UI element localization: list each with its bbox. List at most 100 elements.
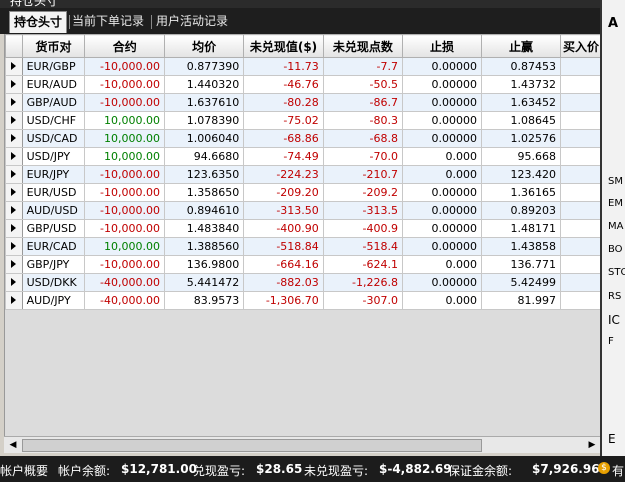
panel-item[interactable]: A <box>608 16 618 31</box>
row-expand-icon[interactable] <box>5 165 23 184</box>
tab-user-activity[interactable]: 用户活动记录 <box>152 11 232 32</box>
realized-pl-value: $28.65 <box>256 462 303 476</box>
cell-unrealized-value: -1,306.70 <box>243 291 324 310</box>
positions-table: 货币对 合约 均价 未兑现值($) 未兑现点数 止损 止赢 买入价 EUR/GB… <box>5 34 601 310</box>
triangle-right-icon <box>11 116 17 124</box>
panel-item[interactable]: EM <box>608 198 623 209</box>
table-row[interactable]: EUR/AUD -10,000.00 1.440320 -46.76 -50.5 0.00… <box>5 75 601 94</box>
table-row[interactable]: EUR/CAD 10,000.00 1.388560 -518.84 -518.4 0.0… <box>5 237 601 256</box>
row-expand-icon[interactable] <box>5 183 23 202</box>
cell-avg-price: 1.006040 <box>163 129 245 148</box>
row-expand-icon[interactable] <box>5 273 23 292</box>
cell-unrealized-value: -400.90 <box>243 219 324 238</box>
panel-item[interactable]: IC <box>608 313 620 327</box>
row-expand-icon[interactable] <box>5 111 23 130</box>
cell-bid <box>559 75 601 94</box>
cell-take-profit: 1.63452 <box>481 93 561 112</box>
row-expand-icon[interactable] <box>5 201 23 220</box>
cell-contract: -10,000.00 <box>84 219 165 238</box>
column-header-avg-price[interactable]: 均价 <box>163 34 245 58</box>
column-header-stop-loss[interactable]: 止损 <box>402 34 482 58</box>
cell-bid <box>559 219 601 238</box>
cell-bid <box>559 273 601 292</box>
table-row[interactable]: USD/CAD 10,000.00 1.006040 -68.86 -68.8 0.000… <box>5 129 601 148</box>
triangle-right-icon <box>11 152 17 160</box>
cell-take-profit: 1.43858 <box>481 237 561 256</box>
table-row[interactable]: EUR/JPY -10,000.00 123.6350 -224.23 -210.7 0.… <box>5 165 601 184</box>
table-row[interactable]: AUD/USD -10,000.00 0.894610 -313.50 -313.5 0.… <box>5 201 601 220</box>
cell-unrealized-value: -80.28 <box>243 93 324 112</box>
scrollbar-thumb[interactable] <box>22 439 482 452</box>
panel-item[interactable]: F <box>608 336 614 347</box>
table-row[interactable]: GBP/AUD -10,000.00 1.637610 -80.28 -86.7 0.00… <box>5 93 601 112</box>
row-expand-icon[interactable] <box>5 237 23 256</box>
column-header-unrealized-value[interactable]: 未兑现值($) <box>243 34 324 58</box>
cell-take-profit: 1.48171 <box>481 219 561 238</box>
panel-item[interactable]: SM <box>608 176 623 187</box>
table-row[interactable]: EUR/GBP -10,000.00 0.877390 -11.73 -7.7 0.000… <box>5 57 601 76</box>
panel-item[interactable]: E <box>608 432 616 446</box>
cell-pair: GBP/USD <box>21 219 86 238</box>
cell-pair: EUR/JPY <box>21 165 86 184</box>
tab-strip: 持仓头寸 当前下单记录 用户活动记录 <box>0 8 600 34</box>
cell-stop-loss: 0.000 <box>402 291 482 310</box>
row-expand-icon[interactable] <box>5 147 23 166</box>
triangle-right-icon <box>11 80 17 88</box>
cell-unrealized-pips: -209.2 <box>322 183 404 202</box>
cell-contract: -40,000.00 <box>84 273 165 292</box>
table-row[interactable]: USD/JPY 10,000.00 94.6680 -74.49 -70.0 0.000 9… <box>5 147 601 166</box>
table-row[interactable]: USD/CHF 10,000.00 1.078390 -75.02 -80.3 0.000… <box>5 111 601 130</box>
row-expand-icon[interactable] <box>5 129 23 148</box>
account-overview-link[interactable]: 帐户概要 <box>0 462 48 479</box>
column-header-unrealized-pips[interactable]: 未兑现点数 <box>322 34 404 58</box>
cell-contract: 10,000.00 <box>84 111 165 130</box>
cell-avg-price: 1.358650 <box>163 183 245 202</box>
cell-avg-price: 1.483840 <box>163 219 245 238</box>
column-header-bid[interactable]: 买入价 <box>559 34 601 58</box>
unrealized-pl-value: $-4,882.69 <box>379 462 452 476</box>
table-row[interactable]: USD/DKK -40,000.00 5.441472 -882.03 -1,226.8… <box>5 273 601 292</box>
panel-item[interactable]: RS <box>608 291 621 302</box>
cell-bid <box>559 57 601 76</box>
triangle-right-icon <box>11 242 17 250</box>
panel-item[interactable]: STO <box>608 267 625 278</box>
column-header-take-profit[interactable]: 止赢 <box>481 34 561 58</box>
cell-contract: -10,000.00 <box>84 255 165 274</box>
row-expand-icon[interactable] <box>5 219 23 238</box>
cell-unrealized-pips: -210.7 <box>322 165 404 184</box>
panel-item[interactable]: BO <box>608 244 623 255</box>
scroll-right-icon[interactable]: ▶ <box>586 439 598 451</box>
row-expand-icon[interactable] <box>5 291 23 310</box>
triangle-right-icon <box>11 224 17 232</box>
table-row[interactable]: GBP/USD -10,000.00 1.483840 -400.90 -400.9 0.… <box>5 219 601 238</box>
scroll-left-icon[interactable]: ◀ <box>7 439 19 451</box>
tab-positions[interactable]: 持仓头寸 <box>9 11 68 33</box>
panel-item[interactable]: MA <box>608 221 623 232</box>
row-expand-icon[interactable] <box>5 93 23 112</box>
cell-contract: 10,000.00 <box>84 129 165 148</box>
table-row[interactable]: EUR/USD -10,000.00 1.358650 -209.20 -209.2 0.… <box>5 183 601 202</box>
coin-icon: $ <box>598 462 610 474</box>
triangle-right-icon <box>11 260 17 268</box>
cell-pair: GBP/JPY <box>21 255 86 274</box>
cell-stop-loss: 0.000 <box>402 165 482 184</box>
tab-current-orders[interactable]: 当前下单记录 <box>68 11 148 32</box>
table-row[interactable]: AUD/JPY -40,000.00 83.9573 -1,306.70 -307.0 0… <box>5 291 601 310</box>
row-expand-icon[interactable] <box>5 255 23 274</box>
cell-avg-price: 83.9573 <box>163 291 245 310</box>
table-row[interactable]: GBP/JPY -10,000.00 136.9800 -664.16 -624.1 0.… <box>5 255 601 274</box>
cell-unrealized-pips: -68.8 <box>322 129 404 148</box>
cell-contract: -10,000.00 <box>84 57 165 76</box>
column-header-contract[interactable]: 合约 <box>84 34 165 58</box>
horizontal-scrollbar[interactable]: ◀ ▶ <box>4 436 600 453</box>
cell-unrealized-pips: -7.7 <box>322 57 404 76</box>
cell-stop-loss: 0.000 <box>402 147 482 166</box>
cell-pair: AUD/USD <box>21 201 86 220</box>
margin-balance-value: $7,926.96 <box>532 462 600 476</box>
cell-unrealized-pips: -624.1 <box>322 255 404 274</box>
triangle-right-icon <box>11 134 17 142</box>
row-expand-icon[interactable] <box>5 57 23 76</box>
cell-take-profit: 81.997 <box>481 291 561 310</box>
column-header-pair[interactable]: 货币对 <box>21 34 86 58</box>
row-expand-icon[interactable] <box>5 75 23 94</box>
